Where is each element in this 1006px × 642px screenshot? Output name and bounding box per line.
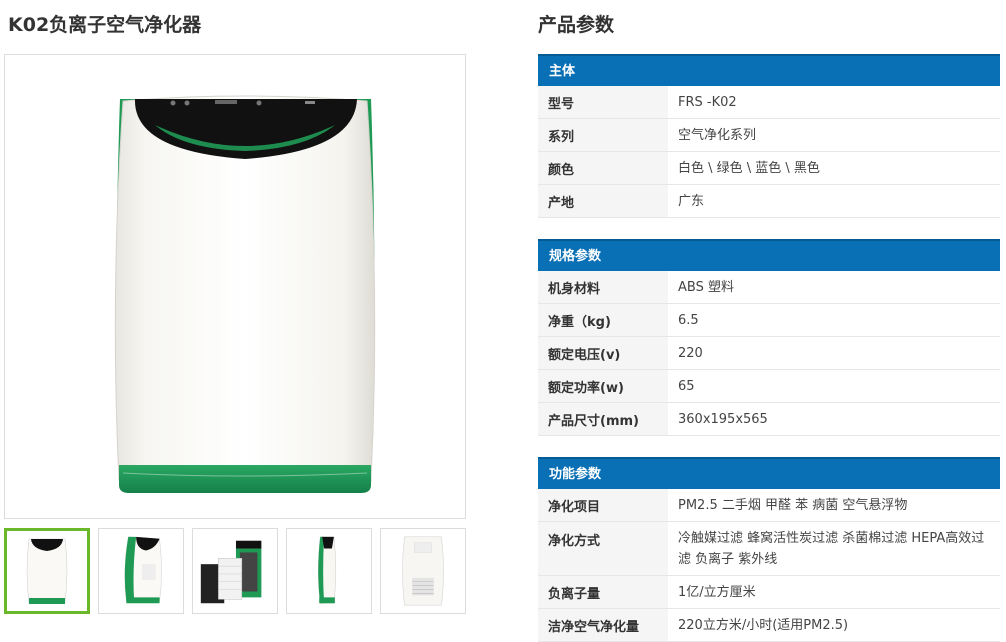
table-row: 颜色 白色 \ 绿色 \ 蓝色 \ 黑色 [538, 152, 1000, 185]
row-key: 净化项目 [538, 489, 668, 521]
table-row: 净化方式 冷触媒过滤 蜂窝活性炭过滤 杀菌棉过滤 HEPA高效过滤 负离子 紫外… [538, 522, 1000, 576]
table-row: 机身材料 ABS 塑料 [538, 271, 1000, 304]
row-key: 额定电压(v) [538, 337, 668, 369]
thumbnail-front-image [26, 538, 68, 604]
row-value: 220立方米/小时(适用PM2.5) [678, 617, 849, 633]
row-value: 220 [678, 345, 703, 361]
row-key: 负离子量 [538, 576, 668, 608]
row-value: PM2.5 二手烟 甲醛 苯 病菌 空气悬浮物 [678, 497, 908, 513]
thumbnail-profile[interactable] [286, 528, 372, 614]
row-value: 空气净化系列 [678, 127, 757, 143]
row-key: 净化方式 [538, 522, 668, 575]
thumbnail-back-image [402, 536, 444, 606]
row-value: 6.5 [678, 312, 699, 328]
air-purifier-illustration [114, 95, 376, 493]
thumbnail-profile-image [318, 536, 337, 604]
row-key: 机身材料 [538, 271, 668, 303]
table-row: 洁净空气净化量 220立方米/小时(适用PM2.5) [538, 609, 1000, 642]
row-key: 额定功率(w) [538, 370, 668, 402]
row-value: 广东 [678, 193, 705, 209]
row-value: 65 [678, 378, 695, 394]
row-key: 产地 [538, 185, 668, 217]
params-heading: 产品参数 [538, 14, 615, 36]
thumbnail-front[interactable] [4, 528, 90, 614]
table-row: 净重（kg) 6.5 [538, 304, 1000, 337]
section-header: 规格参数 [538, 239, 1000, 271]
product-title: K02负离子空气净化器 [8, 14, 202, 36]
table-row: 净化项目 PM2.5 二手烟 甲醛 苯 病菌 空气悬浮物 [538, 489, 1000, 522]
row-value: 白色 \ 绿色 \ 蓝色 \ 黑色 [678, 160, 820, 176]
section-spec-params: 规格参数 机身材料 ABS 塑料 净重（kg) 6.5 额定电压(v) 220 … [538, 239, 1000, 436]
table-row: 负离子量 1亿/立方厘米 [538, 576, 1000, 609]
section-header: 功能参数 [538, 457, 1000, 489]
row-key: 型号 [538, 86, 668, 118]
thumbnail-side-angle[interactable] [98, 528, 184, 614]
table-row: 额定功率(w) 65 [538, 370, 1000, 403]
thumbnail-back[interactable] [380, 528, 466, 614]
thumbnail-side-angle-image [124, 536, 162, 604]
table-row: 产品尺寸(mm) 360x195x565 [538, 403, 1000, 436]
row-key: 颜色 [538, 152, 668, 184]
row-key: 产品尺寸(mm) [538, 403, 668, 435]
table-row: 型号 FRS -K02 [538, 86, 1000, 119]
row-value: 360x195x565 [678, 411, 768, 427]
thumbnail-filters[interactable] [192, 528, 278, 614]
main-product-image[interactable] [4, 54, 466, 519]
table-row: 额定电压(v) 220 [538, 337, 1000, 370]
thumbnail-filters-image [200, 540, 262, 604]
row-key: 净重（kg) [538, 304, 668, 336]
section-main-body: 主体 型号 FRS -K02 系列 空气净化系列 颜色 白色 \ 绿色 \ 蓝色… [538, 54, 1000, 218]
row-key: 系列 [538, 119, 668, 151]
row-value: 1亿/立方厘米 [678, 584, 756, 600]
table-row: 系列 空气净化系列 [538, 119, 1000, 152]
row-value: FRS -K02 [678, 94, 737, 110]
row-value: ABS 塑料 [678, 279, 734, 295]
row-key: 洁净空气净化量 [538, 609, 668, 641]
section-header: 主体 [538, 54, 1000, 86]
table-row: 产地 广东 [538, 185, 1000, 218]
row-value: 冷触媒过滤 蜂窝活性炭过滤 杀菌棉过滤 HEPA高效过滤 负离子 紫外线 [678, 530, 985, 567]
section-function-params: 功能参数 净化项目 PM2.5 二手烟 甲醛 苯 病菌 空气悬浮物 净化方式 冷… [538, 457, 1000, 642]
